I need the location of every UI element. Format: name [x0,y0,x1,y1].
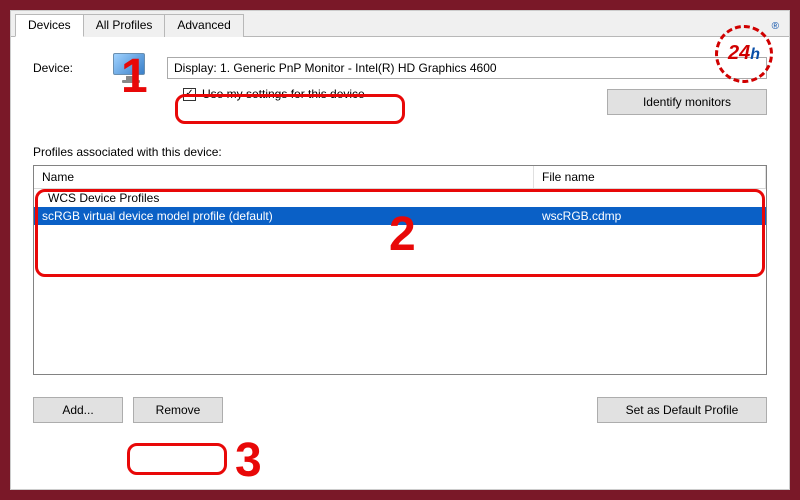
monitor-icon [113,53,149,83]
tab-advanced[interactable]: Advanced [164,14,243,37]
device-dropdown[interactable]: Display: 1. Generic PnP Monitor - Intel(… [167,57,767,79]
tab-content: Device: Display: 1. Generic PnP Monitor … [11,37,789,441]
tab-all-profiles[interactable]: All Profiles [83,14,166,37]
add-button[interactable]: Add... [33,397,123,423]
color-management-dialog: Devices All Profiles Advanced Device: Di… [10,10,790,490]
profiles-section-label: Profiles associated with this device: [33,145,767,159]
profile-list-body: WCS Device Profiles scRGB virtual device… [34,189,766,225]
set-default-profile-button[interactable]: Set as Default Profile [597,397,767,423]
profile-list[interactable]: Name File name WCS Device Profiles scRGB… [33,165,767,375]
device-row: Device: Display: 1. Generic PnP Monitor … [33,53,767,83]
device-label: Device: [33,61,103,75]
checkbox-checked-icon: ✓ [183,88,196,101]
use-my-settings-label: Use my settings for this device [202,87,365,101]
remove-button[interactable]: Remove [133,397,223,423]
profile-list-header: Name File name [34,166,766,189]
annotation-box-3 [127,443,227,475]
tab-devices[interactable]: Devices [15,14,84,37]
button-row: Add... Remove Set as Default Profile [33,397,767,423]
profile-item-filename: wscRGB.cdmp [534,209,766,223]
profile-item[interactable]: scRGB virtual device model profile (defa… [34,207,766,225]
profile-item-name: scRGB virtual device model profile (defa… [34,209,534,223]
identify-monitors-button[interactable]: Identify monitors [607,89,767,115]
profile-group[interactable]: WCS Device Profiles [34,189,766,207]
annotation-number-3: 3 [235,433,262,488]
tab-strip: Devices All Profiles Advanced [11,11,789,37]
column-header-name[interactable]: Name [34,166,534,188]
column-header-filename[interactable]: File name [534,166,766,188]
